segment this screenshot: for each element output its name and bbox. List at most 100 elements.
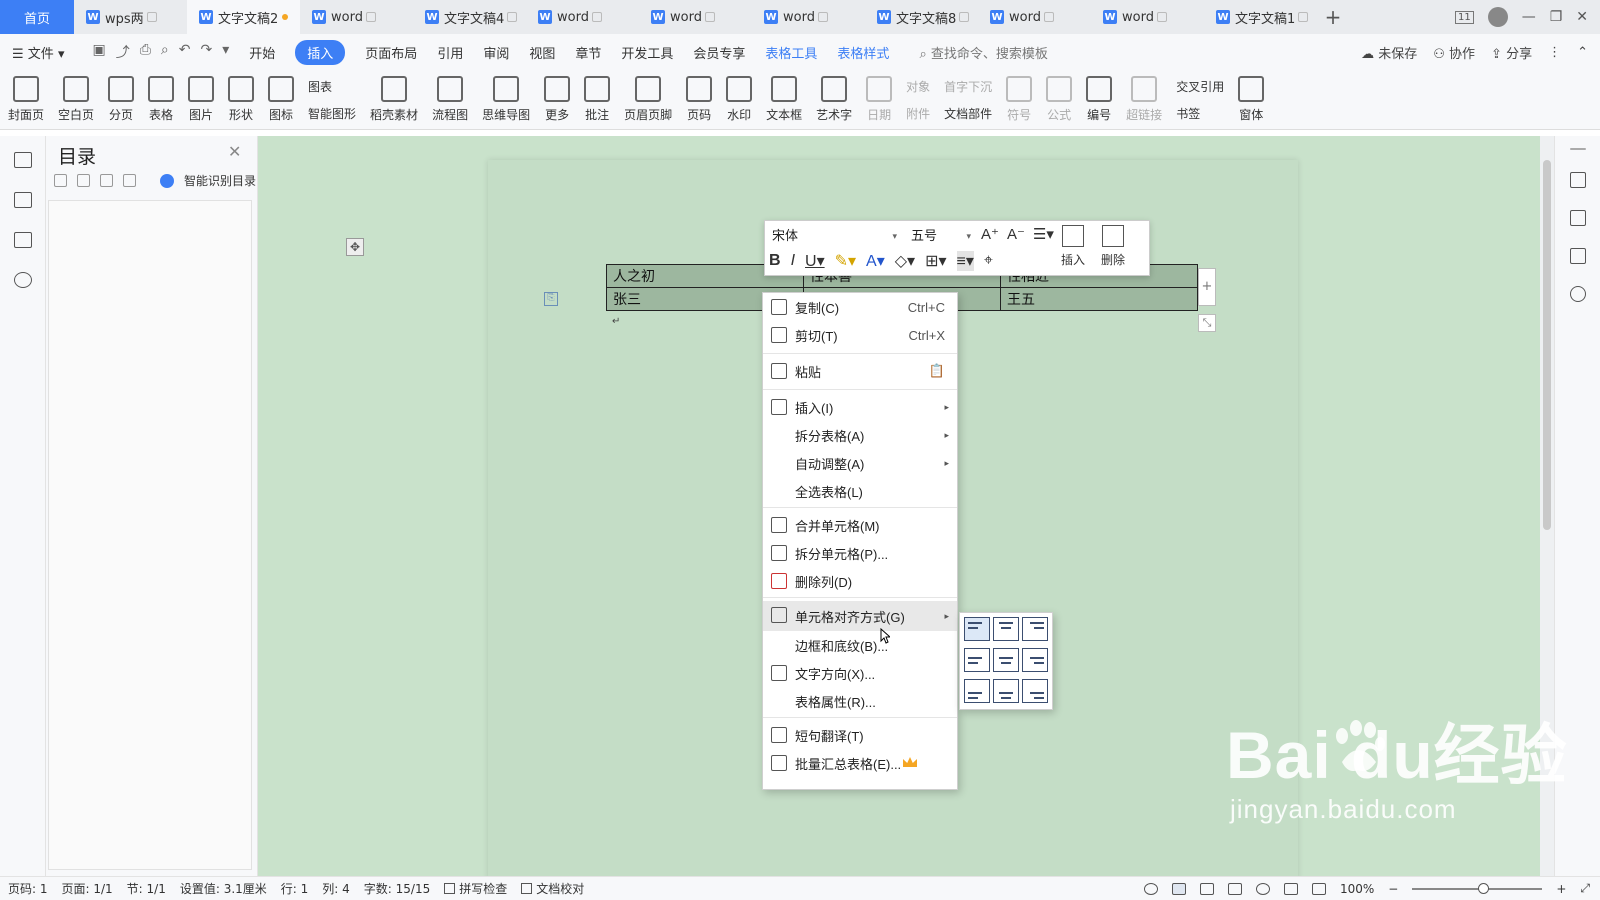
more-icon[interactable]: ⋮ [1548, 45, 1561, 60]
close-icon[interactable]: ✕ [1576, 9, 1588, 25]
reading-view-icon[interactable] [1227, 882, 1242, 895]
proofread-button[interactable]: 文档校对 [521, 880, 584, 897]
menu-insert[interactable]: 插入(I) ▸ [763, 393, 957, 421]
doc-tab[interactable]: Wword [526, 0, 639, 34]
shrink-font-icon[interactable]: A⁻ [1007, 225, 1025, 243]
blank-page-button[interactable]: 空白页 [58, 76, 94, 123]
bookmark-button[interactable]: 书签 [1176, 105, 1224, 122]
status-section[interactable]: 节: 1/1 [127, 880, 166, 897]
add-column-button[interactable]: + [1198, 268, 1216, 306]
shape-button[interactable]: 形状 [228, 76, 255, 123]
wordart-button[interactable]: 艺术字 [816, 76, 852, 123]
date-button[interactable]: 日期 [866, 76, 893, 123]
menu-batch-summary[interactable]: 批量汇总表格(E)... [763, 749, 957, 777]
drop-cap-button[interactable]: 首字下沉 [944, 78, 992, 95]
bookmark-icon[interactable] [13, 232, 32, 248]
paste-options-icon[interactable]: ⎘ [544, 292, 558, 306]
doc-parts-button[interactable]: 文档部件 [944, 105, 992, 122]
smart-toc-button[interactable]: 智能识别目录 [184, 172, 256, 189]
align-top-left-icon[interactable] [964, 617, 990, 641]
zoom-knob[interactable] [1478, 882, 1490, 894]
share-button[interactable]: ⇪ 分享 [1491, 43, 1532, 62]
menu-developer[interactable]: 开发工具 [621, 43, 673, 62]
add-tab-button[interactable]: + [1317, 0, 1349, 34]
outline-icon[interactable] [13, 152, 32, 168]
menu-delete-column[interactable]: 删除列(D) [763, 567, 957, 595]
expand-all-icon[interactable] [54, 174, 67, 187]
doc-tab[interactable]: W 文字文稿8 [865, 0, 978, 34]
print-icon[interactable]: ⎙ [140, 42, 151, 62]
collab-button[interactable]: ⚇ 协作 [1433, 43, 1475, 62]
menu-review[interactable]: 审阅 [483, 43, 509, 62]
menu-cut[interactable]: 剪切(T) Ctrl+X [763, 321, 957, 349]
status-setting[interactable]: 设置值: 3.1厘米 [180, 880, 267, 897]
menu-paste[interactable]: 粘贴 📋 [763, 357, 957, 385]
bold-icon[interactable]: B [769, 252, 781, 270]
status-pages[interactable]: 页面: 1/1 [62, 880, 113, 897]
icons-button[interactable]: 图标 [268, 76, 295, 123]
menu-insert[interactable]: 插入 [295, 39, 346, 65]
menu-split-table[interactable]: 拆分表格(A) ▸ [763, 421, 957, 449]
align-middle-center-icon[interactable] [993, 648, 1019, 672]
menu-text-direction[interactable]: 文字方向(X)... [763, 659, 957, 687]
shading-icon[interactable]: ◇▾ [895, 251, 915, 271]
borders-icon[interactable]: ⊞▾ [925, 251, 946, 271]
align-top-right-icon[interactable] [1022, 617, 1048, 641]
doc-tab[interactable]: Wword [752, 0, 865, 34]
formula-button[interactable]: 公式 [1046, 76, 1073, 123]
chapter-nav-icon[interactable] [13, 192, 32, 208]
export-icon[interactable]: ⤴ [116, 42, 130, 62]
doc-tab-active[interactable]: W 文字文稿2 [187, 0, 300, 34]
chart-button[interactable]: 图表 [308, 78, 356, 95]
align-bottom-left-icon[interactable] [964, 679, 990, 703]
print-preview-icon[interactable]: ⌕ [161, 42, 169, 62]
underline-icon[interactable]: U▾ [805, 251, 825, 271]
eye-protection-icon[interactable] [1143, 882, 1158, 895]
font-select[interactable]: 宋体 ▾ [769, 225, 901, 247]
remove-heading-icon[interactable] [123, 174, 136, 187]
menu-autofit[interactable]: 自动调整(A) ▸ [763, 449, 957, 477]
doc-tab[interactable]: Wwps两 [74, 0, 187, 34]
grow-font-icon[interactable]: A⁺ [981, 225, 999, 243]
menu-table-properties[interactable]: 表格属性(R)... [763, 687, 957, 715]
page-view-icon[interactable] [1171, 882, 1186, 895]
paste-options-icon[interactable]: 📋 [929, 363, 945, 379]
minimize-icon[interactable]: — [1522, 9, 1536, 25]
highlight-icon[interactable]: ✎▾ [835, 251, 856, 271]
attachment-button[interactable]: 附件 [906, 105, 930, 122]
web-view-icon[interactable] [1255, 882, 1270, 895]
menu-borders[interactable]: 边框和底纹(B)... [763, 631, 957, 659]
outline-view-icon[interactable] [1199, 882, 1214, 895]
flowchart-button[interactable]: 流程图 [432, 76, 468, 123]
search-icon[interactable] [13, 272, 32, 288]
watermark-button[interactable]: 水印 [726, 76, 753, 123]
doc-tab[interactable]: Wword [639, 0, 752, 34]
mini-delete-button[interactable]: 删除 [1101, 225, 1125, 268]
table-button[interactable]: 表格 [148, 76, 175, 123]
mini-insert-button[interactable]: 插入 [1061, 225, 1085, 268]
save-icon[interactable]: ▣ [92, 42, 105, 62]
menu-references[interactable]: 引用 [437, 43, 463, 62]
status-page[interactable]: 页码: 1 [8, 880, 48, 897]
settings-sliders-icon[interactable] [1569, 248, 1586, 264]
align-top-center-icon[interactable] [993, 617, 1019, 641]
menu-cell-alignment[interactable]: 单元格对齐方式(G) ▸ [763, 601, 957, 631]
fit-page-icon[interactable] [1311, 882, 1326, 895]
menu-merge-cells[interactable]: 合并单元格(M) [763, 511, 957, 539]
font-color-icon[interactable]: A▾ [866, 251, 885, 271]
tab-count-badge[interactable]: 11 [1454, 10, 1474, 24]
picture-button[interactable]: 图片 [188, 76, 215, 123]
align-bottom-center-icon[interactable] [993, 679, 1019, 703]
doc-tab[interactable]: W 文字文稿4 [413, 0, 526, 34]
cross-reference-button[interactable]: 交叉引用 [1176, 78, 1224, 95]
tab-home[interactable]: 首页 [0, 0, 74, 34]
menu-file[interactable]: ☰ 文件 ▾ [12, 43, 64, 62]
header-footer-button[interactable]: 页眉页脚 [624, 76, 672, 123]
menu-copy[interactable]: 复制(C) Ctrl+C [763, 293, 957, 321]
table-cell[interactable]: 王五 [1000, 287, 1198, 311]
align-middle-right-icon[interactable] [1022, 648, 1048, 672]
symbol-button[interactable]: 符号 [1006, 76, 1033, 123]
menu-home[interactable]: 开始 [249, 43, 275, 62]
unsaved-button[interactable]: ☁ 未保存 [1361, 43, 1417, 62]
page-break-button[interactable]: 分页 [108, 76, 135, 123]
